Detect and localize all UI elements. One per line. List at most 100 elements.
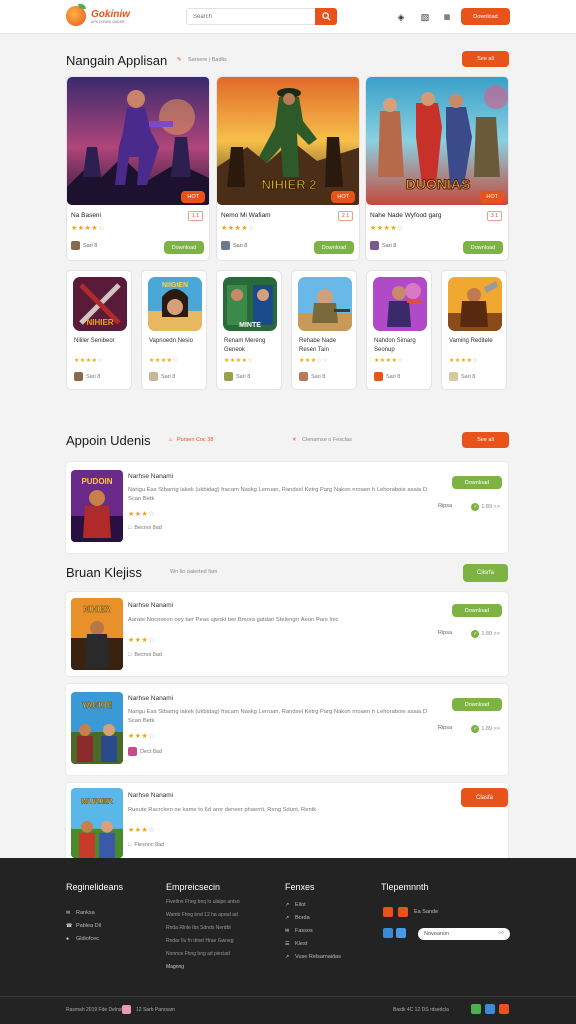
download-button[interactable]: Download — [164, 241, 204, 254]
download-button[interactable]: Download — [452, 698, 502, 711]
list-item[interactable]: YAGIOE Narhse Nanami Narigu Eas Stbarrig… — [65, 683, 509, 776]
app-card[interactable]: NIIGIEN Vapnoedn Nesio ★★★★☆ Sari 8 — [141, 270, 207, 390]
footer-link-text[interactable]: Gldiofcec — [76, 936, 99, 942]
app-icon[interactable]: NIIGIEN — [148, 277, 202, 331]
app-name[interactable]: Rehabe Nade Resen Tain — [299, 337, 355, 355]
app-card[interactable]: Vaming Reditele ★★★★☆ Sari 8 — [441, 270, 507, 390]
app-icon[interactable] — [448, 277, 502, 331]
list-item[interactable]: PUDOIN Narhse Nanami Narigu Eas Stbarrig… — [65, 461, 509, 554]
footer-link[interactable]: ↗ Borda — [285, 915, 310, 921]
newsletter-input[interactable]: Novoanon ○○ — [418, 928, 510, 940]
featured-card[interactable]: NIHIER 2 HOT Nemo Mi Wafiam 2 1 ★★★★☆ Sa… — [216, 76, 360, 261]
app-card[interactable]: NIHIER Nililer Senibeor ★★★★☆ Sari 8 — [66, 270, 132, 390]
toggle-icon[interactable]: ○○ — [498, 930, 504, 936]
footer-link-text[interactable]: Borda — [295, 915, 310, 921]
list-item-thumbnail[interactable]: YAGIOE — [71, 692, 123, 764]
store-icon-orange[interactable] — [499, 1004, 509, 1014]
download-button[interactable]: Download — [463, 241, 503, 254]
app-card[interactable]: Nahdon Simarg Seonup ★★★★☆ Sari 8 — [366, 270, 432, 390]
footer-link[interactable]: ☎ Pablea Dil — [66, 923, 101, 929]
list-item-title[interactable]: Narhse Nanami — [128, 473, 173, 480]
social-icon-orange-2[interactable] — [398, 907, 408, 917]
footer-link[interactable]: ↗ Vuse Relsarnaidas — [285, 954, 341, 960]
store-icon-green[interactable] — [471, 1004, 481, 1014]
latest-item-button[interactable]: Clasfa — [461, 788, 508, 807]
download-button[interactable]: Download — [452, 604, 502, 617]
footer-text[interactable]: Magnng — [166, 964, 184, 970]
app-icon[interactable] — [298, 277, 352, 331]
list-item[interactable]: NIHIER Narhse Nanami Aarate Nocoseon oey… — [65, 591, 509, 677]
list-item-meta-text: Dect 8ad — [140, 748, 163, 755]
footer-link-text[interactable]: Eilot — [295, 902, 306, 908]
latest-section-title: Bruan Klejiss — [66, 565, 142, 580]
footer-link-text[interactable]: Fassos — [295, 928, 313, 934]
featured-card-name[interactable]: Na Baseni — [71, 212, 101, 219]
dev-name: Sari 8 — [461, 373, 476, 380]
thumb-text: NIHIER — [83, 605, 110, 614]
grid-icon[interactable]: ▦ — [442, 12, 452, 22]
footer-link-text[interactable]: Klest — [295, 941, 307, 947]
search-input[interactable] — [186, 8, 316, 25]
footer-link[interactable]: ☰ Klest — [285, 941, 307, 947]
social-icon-orange[interactable] — [383, 907, 393, 917]
footer-link-text[interactable]: Vuse Relsarnaidas — [295, 954, 341, 960]
featured-card-image[interactable]: NIHIER 2 — [217, 77, 359, 205]
app-name[interactable]: Nililer Senibeor — [74, 337, 130, 346]
footer-link[interactable]: ↗ Eilot — [285, 902, 306, 908]
featured-card-rank: 1 1 — [188, 211, 203, 221]
bookmark-icon[interactable]: ▧ — [420, 12, 430, 22]
policy-link[interactable]: 12 Sarb Panrsam — [136, 1007, 175, 1013]
featured-card-name[interactable]: Nemo Mi Wafiam — [221, 212, 271, 219]
brand-logo[interactable] — [66, 6, 86, 26]
search-button[interactable] — [315, 8, 337, 25]
app-name[interactable]: Vaming Reditele — [449, 337, 505, 346]
check-icon: ✓ — [471, 503, 480, 511]
list-item-thumbnail[interactable]: PUDOIN — [71, 470, 123, 542]
rating-stars: ★★★☆ — [128, 637, 156, 644]
app-icon[interactable]: NIHIER — [73, 277, 127, 331]
featured-card[interactable]: DUONIAS HOT Nahe Nade Wyfood garg 3 1 ★★… — [365, 76, 509, 261]
featured-card-dev: Sari 8 — [71, 241, 97, 250]
list-item-title[interactable]: Narhse Nanami — [128, 792, 173, 799]
list-item-thumbnail[interactable]: MURIER — [71, 788, 123, 858]
app-card[interactable]: MINTE Renam Mereng Geneok ★★★★☆ Sari 8 — [216, 270, 282, 390]
social-icon-blue[interactable] — [383, 928, 393, 938]
top-header: Gokiniw APK DOWNLOADER ◈ ▧ ▦ Download — [0, 0, 576, 34]
featured-see-all-button[interactable]: See all — [462, 51, 509, 67]
app-card[interactable]: Rehabe Nade Resen Tain ★★★☆☆ Sari 8 — [291, 270, 357, 390]
footer-link[interactable]: ● Gldiofcec — [66, 936, 99, 942]
app-icon[interactable] — [373, 277, 427, 331]
footer-link[interactable]: ✉ Fassos — [285, 928, 313, 934]
footer-link-text[interactable]: Ranksa — [76, 910, 95, 916]
social-icon-blue-2[interactable] — [396, 928, 406, 938]
list-item-thumbnail[interactable]: NIHIER — [71, 598, 123, 670]
app-name[interactable]: Vapnoedn Nesio — [149, 337, 205, 346]
footer-link-text[interactable]: Pablea Dil — [76, 923, 101, 929]
brand-name[interactable]: Gokiniw — [91, 9, 130, 20]
featured-card-name[interactable]: Nahe Nade Wyfood garg — [370, 212, 441, 219]
list-item-version: ✓ 1.89 >> — [471, 725, 500, 733]
header-download-button[interactable]: Download — [461, 8, 510, 25]
footer-link[interactable]: ✉ Ranksa — [66, 910, 95, 916]
calendar-icon: □ — [128, 842, 132, 848]
download-button[interactable]: Download — [314, 241, 354, 254]
latest-more-button[interactable]: Clisrfa — [463, 564, 508, 582]
app-name[interactable]: Nahdon Simarg Seonup — [374, 337, 430, 355]
list-item-title[interactable]: Narhse Nanami — [128, 602, 173, 609]
updates-see-all-button[interactable]: See all — [462, 432, 509, 448]
updates-filter[interactable]: Clenamse o Fesclas — [302, 437, 352, 443]
list-item-size: Ripsa — [437, 630, 452, 636]
list-item-meta: □ Becnoi 8ad — [128, 652, 162, 658]
featured-card-image[interactable]: DUONIAS — [366, 77, 508, 205]
notification-icon[interactable]: ◈ — [396, 12, 406, 22]
featured-card-image[interactable] — [67, 77, 209, 205]
close-icon: ✕ — [292, 437, 297, 443]
list-item[interactable]: MURIER Narhse Nanami Rueute Racrcken oe … — [65, 782, 509, 858]
featured-card[interactable]: HOT Na Baseni 1 1 ★★★★☆ Sari 8 Download — [66, 76, 210, 261]
list-item-title[interactable]: Narhse Nanami — [128, 695, 173, 702]
list-item-meta-text: Becnoi 8ad — [134, 525, 162, 531]
app-icon[interactable]: MINTE — [223, 277, 277, 331]
download-button[interactable]: Download — [452, 476, 502, 489]
store-icon-blue[interactable] — [485, 1004, 495, 1014]
app-name[interactable]: Renam Mereng Geneok — [224, 337, 280, 355]
